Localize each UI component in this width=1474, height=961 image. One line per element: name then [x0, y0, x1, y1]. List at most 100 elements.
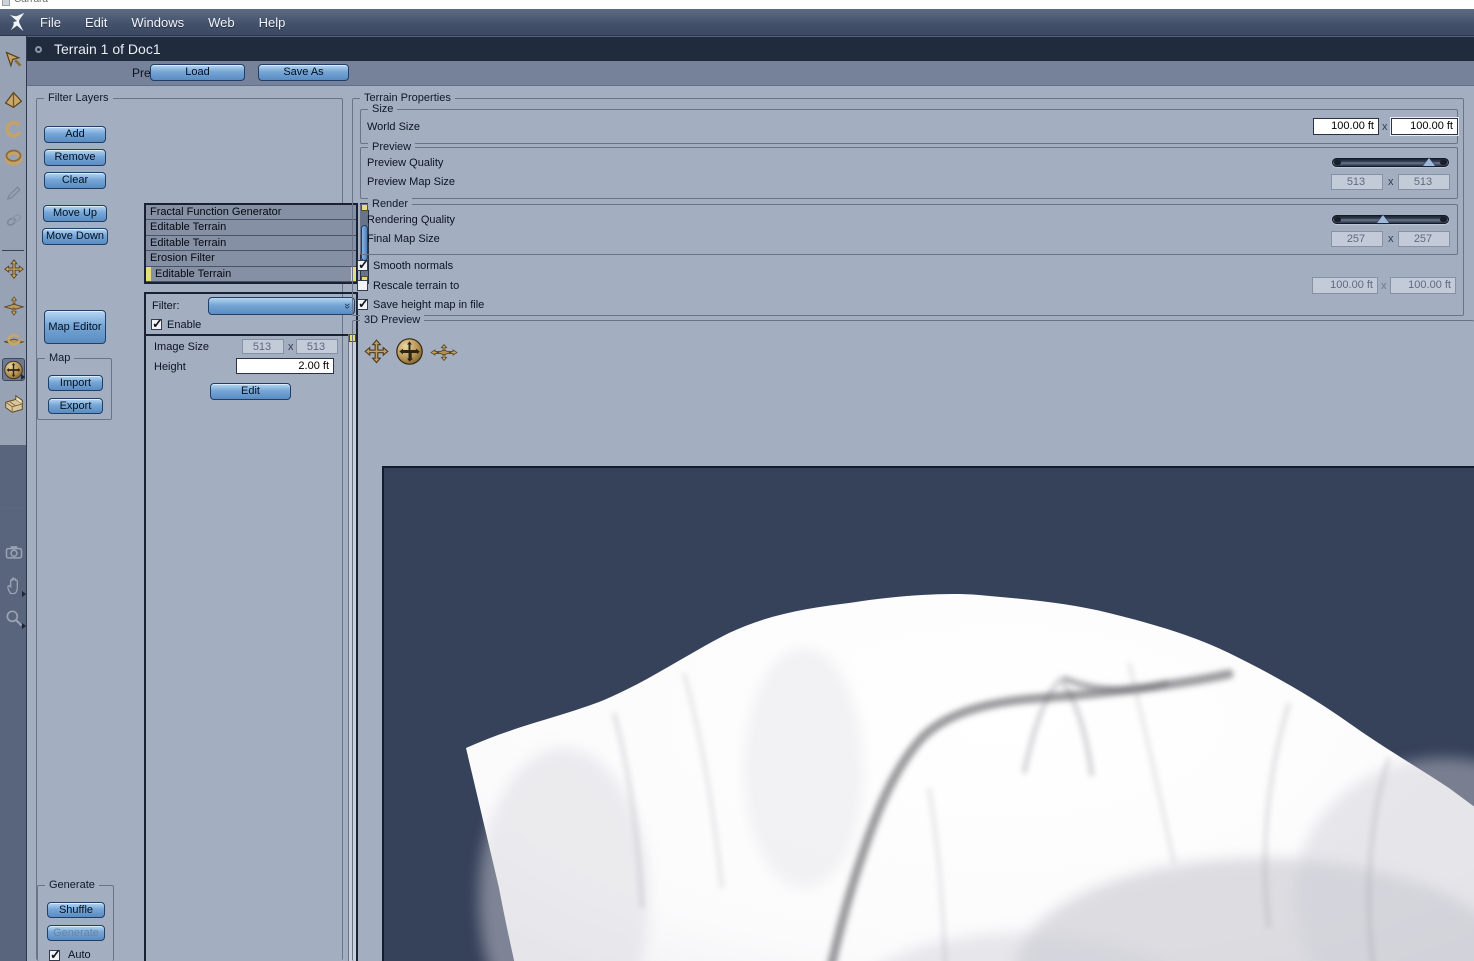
- height-label: Height: [154, 361, 186, 373]
- size-x-separator: x: [1381, 280, 1387, 292]
- menu-windows[interactable]: Windows: [131, 15, 184, 30]
- world-width-field[interactable]: 100.00 ft: [1313, 118, 1379, 135]
- generate-button: Generate: [47, 925, 105, 941]
- layer-list-item-selected[interactable]: Editable Terrain: [146, 267, 356, 282]
- terrain-map-tool-icon[interactable]: [2, 392, 25, 415]
- world-size-label: World Size: [367, 121, 420, 133]
- preview-group-title: Preview: [368, 141, 416, 153]
- toolbar-divider: [2, 250, 24, 251]
- save-height-map-checkbox[interactable]: [357, 296, 369, 312]
- rotate-tool-icon[interactable]: [2, 118, 25, 141]
- tool-palette: [0, 36, 27, 961]
- shuffle-button[interactable]: Shuffle: [47, 902, 105, 918]
- slider-thumb[interactable]: [1376, 215, 1389, 223]
- menu-edit[interactable]: Edit: [85, 15, 107, 30]
- filter-label: Filter:: [152, 300, 180, 312]
- preview-map-width-field: 513: [1331, 174, 1383, 190]
- select-tool-icon[interactable]: [2, 48, 25, 71]
- menu-bar: File Edit Windows Web Help: [0, 9, 1474, 36]
- generate-group: Generate Shuffle Generate Auto: [37, 879, 114, 961]
- pan-tool-icon[interactable]: [2, 258, 25, 281]
- pan-flat-icon[interactable]: [430, 343, 458, 362]
- terrain-3d-viewport[interactable]: z: [382, 466, 1474, 961]
- save-height-map-label: Save height map in file: [373, 299, 485, 311]
- app-icon: [2, 0, 10, 6]
- move-down-button[interactable]: Move Down: [42, 228, 108, 245]
- rotate-plane-tool-icon[interactable]: [2, 328, 25, 351]
- save-as-preset-button[interactable]: Save As: [258, 64, 349, 81]
- app-title: Carrara: [14, 0, 48, 5]
- rendering-quality-label: Rendering Quality: [367, 214, 456, 226]
- pencil-tool-icon[interactable]: [2, 182, 25, 205]
- map-editor-button[interactable]: Map Editor: [44, 310, 106, 344]
- hand-tool-icon[interactable]: [2, 574, 26, 597]
- render-group-title: Render: [368, 198, 413, 210]
- layer-list-item[interactable]: Erosion Filter: [146, 251, 356, 267]
- map-export-button[interactable]: Export: [48, 398, 103, 414]
- ring-tool-icon[interactable]: [2, 146, 25, 169]
- camera-tool-icon[interactable]: [2, 540, 25, 563]
- world-height-field[interactable]: 100.00 ft: [1390, 117, 1459, 136]
- wedge-tool-icon[interactable]: [2, 88, 25, 111]
- pan-3d-icon[interactable]: [363, 339, 390, 366]
- map-import-button[interactable]: Import: [48, 375, 103, 391]
- move-up-button[interactable]: Move Up: [43, 205, 107, 222]
- size-group: Size World Size 100.00 ft x 100.00 ft: [360, 103, 1459, 144]
- filter-enable-checkbox[interactable]: [151, 316, 163, 332]
- layer-list-item[interactable]: Fractal Function Generator: [146, 205, 356, 221]
- filter-type-dropdown[interactable]: »: [208, 297, 355, 315]
- terrain-editor-window: Carrara File Edit Windows Web Help Terra…: [0, 0, 1474, 961]
- image-size-label: Image Size: [154, 341, 210, 353]
- filter-type-value: [209, 302, 215, 314]
- preset-row: Preset: Load Save As: [27, 61, 1474, 86]
- trackball-tool-icon[interactable]: [2, 358, 25, 381]
- terrain-render: [384, 468, 1474, 961]
- final-map-width-field: 257: [1331, 231, 1383, 247]
- flyout-arrow-icon: [21, 374, 25, 380]
- pan-plane-tool-icon[interactable]: [2, 294, 25, 317]
- layer-list-item[interactable]: Editable Terrain: [146, 220, 356, 236]
- flyout-arrow-icon: [22, 623, 26, 629]
- edit-filter-button[interactable]: Edit: [210, 383, 291, 400]
- layer-list-item[interactable]: Editable Terrain: [146, 236, 356, 252]
- trackball-3d-icon[interactable]: [395, 337, 424, 366]
- title-bullet-icon: [35, 45, 42, 53]
- map-group: Map Import Export: [37, 352, 112, 420]
- height-value-field[interactable]: 2.00 ft: [236, 358, 334, 374]
- document-title-bar: Terrain 1 of Doc1: [27, 36, 1474, 61]
- rescale-width-field: 100.00 ft: [1312, 277, 1378, 294]
- slider-thumb[interactable]: [1422, 158, 1435, 166]
- preview-map-size-label: Preview Map Size: [367, 176, 456, 188]
- add-layer-button[interactable]: Add: [44, 126, 106, 143]
- image-height-field: 513: [296, 339, 338, 354]
- menu-web[interactable]: Web: [208, 15, 235, 30]
- load-preset-button[interactable]: Load: [150, 64, 245, 81]
- remove-layer-button[interactable]: Remove: [44, 149, 106, 166]
- auto-generate-label: Auto: [68, 949, 91, 961]
- preview-3d-title: 3D Preview: [360, 314, 425, 326]
- render-group: Render Rendering Quality Final Map Size …: [360, 198, 1458, 255]
- rescale-terrain-checkbox[interactable]: [357, 280, 368, 291]
- preview-group: Preview Preview Quality Preview Map Size…: [360, 141, 1458, 199]
- preview-quality-label: Preview Quality: [367, 157, 444, 169]
- smooth-normals-checkbox[interactable]: [357, 257, 369, 273]
- auto-generate-checkbox[interactable]: [49, 947, 61, 961]
- size-group-title: Size: [368, 103, 398, 115]
- preview-quality-slider[interactable]: [1332, 158, 1449, 167]
- zoom-tool-icon[interactable]: [2, 606, 26, 629]
- filter-detail-panel: Filter: » Enable Image Size 513 x 513 He…: [144, 292, 358, 961]
- rescale-terrain-label: Rescale terrain to: [373, 280, 460, 292]
- final-map-height-field: 257: [1398, 231, 1450, 247]
- size-x-separator: x: [1382, 121, 1388, 133]
- clear-layers-button[interactable]: Clear: [44, 172, 106, 189]
- toolbar-divider: [2, 507, 24, 508]
- menu-help[interactable]: Help: [259, 15, 286, 30]
- main-panel: Filter Layers Add Remove Clear Move Up M…: [27, 86, 1474, 961]
- rescale-height-field: 100.00 ft: [1390, 277, 1456, 294]
- link-tool-icon[interactable]: [2, 208, 25, 231]
- generate-group-title: Generate: [45, 879, 99, 891]
- rendering-quality-slider[interactable]: [1332, 215, 1449, 224]
- preview-map-height-field: 513: [1398, 174, 1450, 190]
- size-x-separator: x: [1388, 233, 1394, 245]
- menu-file[interactable]: File: [40, 15, 61, 30]
